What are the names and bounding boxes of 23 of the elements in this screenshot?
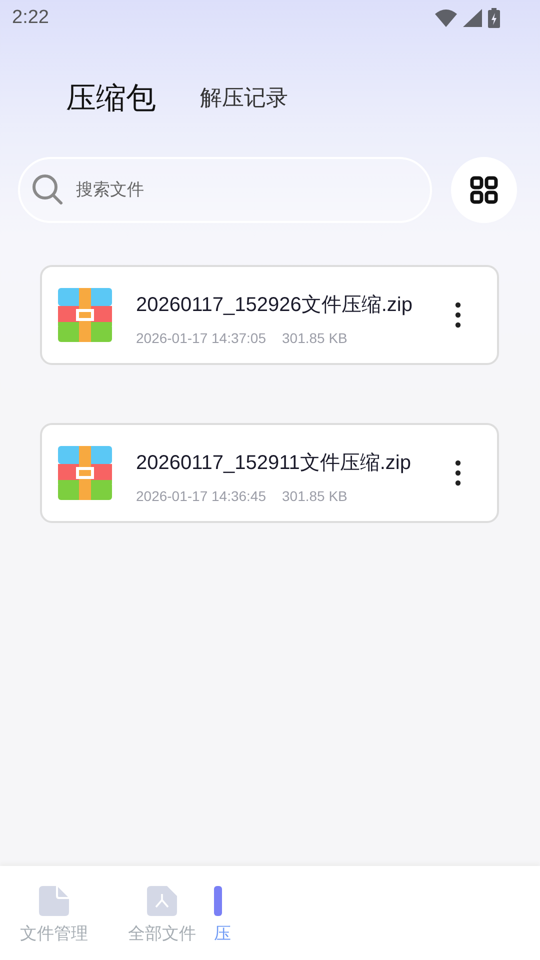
zip-file-icon [58,446,112,500]
zip-file-icon [58,288,112,342]
battery-icon [488,8,500,28]
search-field[interactable]: 搜索文件 [18,157,432,223]
status-time: 2:22 [12,7,49,29]
search-icon [32,174,64,206]
file-icon [39,886,69,916]
file-size: 301.85 KB [282,488,348,504]
more-icon[interactable] [455,460,461,486]
tab[interactable]: 压缩包 [66,78,156,118]
file-card[interactable]: 20260117_152926文件压缩.zip 2026-01-17 14:37:05 301.85 KB [40,265,499,365]
file-name: 20260117_152911文件压缩.zip [136,450,412,476]
file-card[interactable]: 20260117_152911文件压缩.zip 2026-01-17 14:36:45 301.85 KB [40,423,499,523]
more-icon[interactable] [455,302,461,328]
pdf-file-icon [147,886,177,916]
file-date: 2026-01-17 14:36:45 [136,488,266,504]
wifi-icon [435,9,457,27]
tab[interactable]: 解压记录 [200,83,288,113]
signal-icon [463,9,482,27]
file-size: 301.85 KB [282,330,348,346]
file-date: 2026-01-17 14:37:05 [136,330,266,346]
file-name: 20260117_152926文件压缩.zip [136,292,414,318]
grid-icon [470,176,498,204]
